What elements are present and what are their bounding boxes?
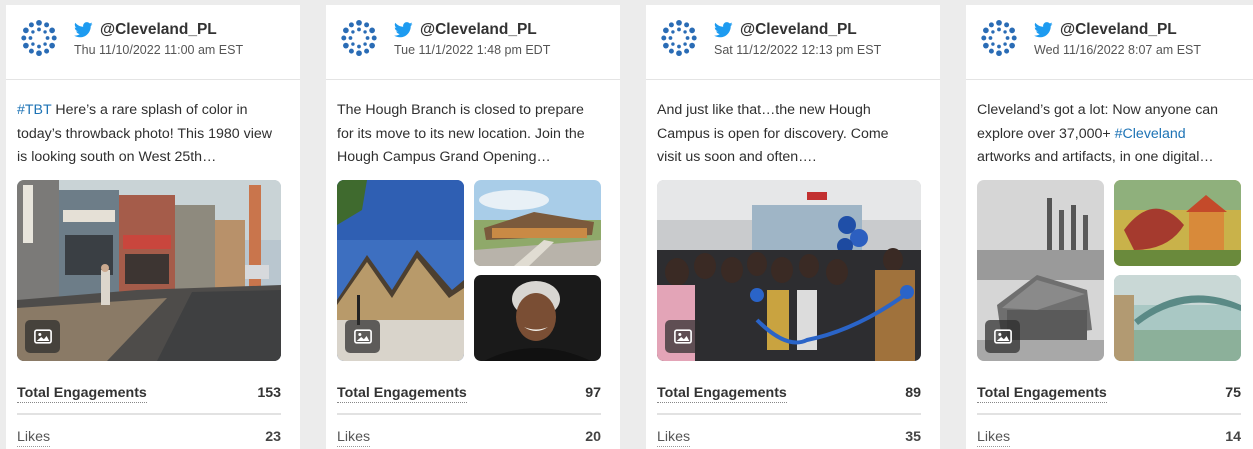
library-logo-icon xyxy=(660,19,698,57)
hashtag-link[interactable]: #TBT xyxy=(17,102,51,118)
image-icon xyxy=(354,329,372,344)
post-media[interactable] xyxy=(657,180,921,361)
post-card[interactable]: @Cleveland_PL Sat 11/12/2022 12:13 pm ES… xyxy=(646,5,940,449)
media-type-badge xyxy=(985,320,1020,353)
post-header: @Cleveland_PL Sat 11/12/2022 12:13 pm ES… xyxy=(646,5,940,80)
total-engagements-row: Total Engagements 75 xyxy=(977,381,1241,415)
post-header: @Cleveland_PL Thu 11/10/2022 11:00 am ES… xyxy=(6,5,300,80)
account-handle[interactable]: @Cleveland_PL xyxy=(740,21,857,39)
post-image-branch[interactable] xyxy=(337,180,464,361)
likes-value: 23 xyxy=(265,429,281,445)
library-logo-icon xyxy=(980,19,1018,57)
library-logo-icon xyxy=(20,19,58,57)
post-image-painting[interactable] xyxy=(1114,180,1241,266)
likes-row: Likes 14 xyxy=(977,425,1241,449)
image-icon xyxy=(674,329,692,344)
post-image-street[interactable] xyxy=(17,180,281,361)
media-type-badge xyxy=(345,320,380,353)
likes-label[interactable]: Likes xyxy=(977,428,1011,447)
post-timestamp: Thu 11/10/2022 11:00 am EST xyxy=(74,43,244,57)
account-handle[interactable]: @Cleveland_PL xyxy=(420,21,537,39)
post-grid: @Cleveland_PL Thu 11/10/2022 11:00 am ES… xyxy=(0,0,1253,449)
library-logo-icon xyxy=(340,19,378,57)
post-header: @Cleveland_PL Wed 11/16/2022 8:07 am EST xyxy=(966,5,1253,80)
likes-value: 14 xyxy=(1225,429,1241,445)
post-image-bridge[interactable] xyxy=(1114,275,1241,361)
total-engagements-value: 75 xyxy=(1225,385,1241,401)
twitter-bird-icon xyxy=(74,22,93,38)
total-engagements-row: Total Engagements 97 xyxy=(337,381,601,415)
hashtag-link[interactable]: #Cleveland xyxy=(1115,126,1186,142)
media-type-badge xyxy=(25,320,60,353)
twitter-bird-icon xyxy=(394,22,413,38)
total-engagements-row: Total Engagements 89 xyxy=(657,381,921,415)
total-engagements-label[interactable]: Total Engagements xyxy=(977,384,1107,403)
post-timestamp: Tue 11/1/2022 1:48 pm EDT xyxy=(394,43,551,57)
post-header: @Cleveland_PL Tue 11/1/2022 1:48 pm EDT xyxy=(326,5,620,80)
total-engagements-value: 153 xyxy=(257,385,281,401)
post-text[interactable]: And just like that…the new Hough Campus … xyxy=(657,99,915,170)
likes-row: Likes 20 xyxy=(337,425,601,449)
post-image-portrait[interactable] xyxy=(474,275,601,361)
likes-label[interactable]: Likes xyxy=(17,428,51,447)
post-timestamp: Wed 11/16/2022 8:07 am EST xyxy=(1034,43,1202,57)
post-image-ribbon-cutting[interactable] xyxy=(657,180,921,361)
total-engagements-label[interactable]: Total Engagements xyxy=(337,384,467,403)
likes-value: 20 xyxy=(585,429,601,445)
post-image-campus-rendering[interactable] xyxy=(474,180,601,266)
post-card[interactable]: @Cleveland_PL Wed 11/16/2022 8:07 am EST… xyxy=(966,5,1253,449)
post-media[interactable] xyxy=(17,180,281,361)
likes-value: 35 xyxy=(905,429,921,445)
post-media[interactable] xyxy=(337,180,601,361)
likes-label[interactable]: Likes xyxy=(337,428,371,447)
media-type-badge xyxy=(665,320,700,353)
twitter-bird-icon xyxy=(1034,22,1053,38)
post-timestamp: Sat 11/12/2022 12:13 pm EST xyxy=(714,43,882,57)
post-text[interactable]: Cleveland’s got a lot: Now anyone can ex… xyxy=(977,99,1235,170)
post-card[interactable]: @Cleveland_PL Thu 11/10/2022 11:00 am ES… xyxy=(6,5,300,449)
likes-row: Likes 35 xyxy=(657,425,921,449)
total-engagements-row: Total Engagements 153 xyxy=(17,381,281,415)
post-media[interactable] xyxy=(977,180,1241,361)
post-text[interactable]: The Hough Branch is closed to prepare fo… xyxy=(337,99,595,170)
post-image-industrial[interactable] xyxy=(977,180,1104,361)
total-engagements-value: 89 xyxy=(905,385,921,401)
likes-label[interactable]: Likes xyxy=(657,428,691,447)
image-icon xyxy=(994,329,1012,344)
account-handle[interactable]: @Cleveland_PL xyxy=(100,21,217,39)
likes-row: Likes 23 xyxy=(17,425,281,449)
total-engagements-label[interactable]: Total Engagements xyxy=(657,384,787,403)
post-card[interactable]: @Cleveland_PL Tue 11/1/2022 1:48 pm EDT … xyxy=(326,5,620,449)
twitter-bird-icon xyxy=(714,22,733,38)
post-text[interactable]: #TBT Here’s a rare splash of color in to… xyxy=(17,99,275,170)
account-handle[interactable]: @Cleveland_PL xyxy=(1060,21,1177,39)
total-engagements-value: 97 xyxy=(585,385,601,401)
image-icon xyxy=(34,329,52,344)
total-engagements-label[interactable]: Total Engagements xyxy=(17,384,147,403)
